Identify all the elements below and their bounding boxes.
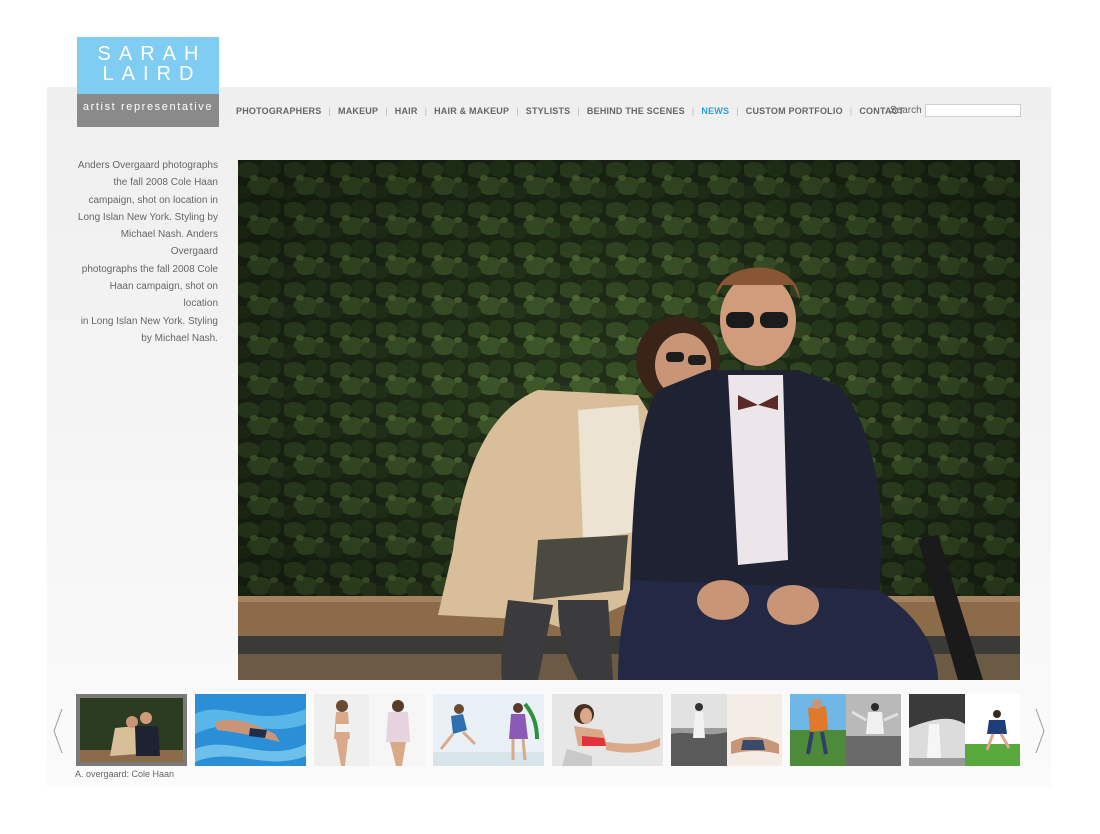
- caption-line: Long Islan New York. Styling by: [77, 211, 218, 223]
- feature-caption: Anders Overgaard photographs the fall 20…: [76, 157, 218, 347]
- thumbnail[interactable]: [671, 694, 782, 766]
- thumbnail-image: [790, 694, 901, 766]
- thumbnail-image: [552, 694, 663, 766]
- thumbnail[interactable]: [433, 694, 544, 766]
- thumbnail-image: [433, 694, 544, 766]
- nav-item-makeup[interactable]: MAKEUP: [338, 106, 378, 116]
- nav-item-hair[interactable]: HAIR: [395, 106, 418, 116]
- thumbnail[interactable]: [909, 694, 1020, 766]
- nav-item-hair-makeup[interactable]: HAIR & MAKEUP: [434, 106, 509, 116]
- thumbnail-image: [195, 694, 306, 766]
- nav-separator: |: [385, 106, 388, 116]
- thumbnail-caption: A. overgaard: Cole Haan: [75, 769, 175, 779]
- nav-item-photographers[interactable]: PHOTOGRAPHERS: [236, 106, 321, 116]
- caption-line: photographs the fall 2008 Cole: [81, 263, 218, 275]
- thumbnail[interactable]: [195, 694, 306, 766]
- nav-separator: |: [424, 106, 428, 116]
- caption-line: in Long Islan New York. Styling: [80, 315, 218, 327]
- thumbnail-image: [909, 694, 1020, 766]
- logo-wordmark: SARAH LAIRD: [77, 37, 219, 94]
- nav-separator: |: [691, 106, 695, 116]
- logo[interactable]: SARAH LAIRD artist representative: [77, 37, 219, 127]
- nav-separator: |: [328, 106, 331, 116]
- caption-line: Haan campaign, shot on location: [109, 281, 218, 310]
- thumbnail-image: [671, 694, 782, 766]
- nav-item-behind-the-scenes[interactable]: BEHIND THE SCENES: [587, 106, 685, 116]
- thumbnail[interactable]: [790, 694, 901, 766]
- nav-item-stylists[interactable]: STYLISTS: [526, 106, 571, 116]
- featured-photo-illustration: [238, 160, 1020, 680]
- caption-line: the fall 2008 Cole Haan: [113, 177, 218, 189]
- logo-line-2: LAIRD: [102, 63, 202, 85]
- nav-separator: |: [516, 106, 519, 116]
- main-nav: PHOTOGRAPHERS | MAKEUP | HAIR | HAIR & M…: [236, 104, 904, 118]
- caption-line: by Michael Nash.: [141, 332, 218, 344]
- logo-tagline: artist representative: [77, 94, 219, 127]
- caption-line: Anders Overgaard photographs: [77, 160, 218, 171]
- thumbnail-image: [314, 694, 425, 766]
- thumbnail-image: [80, 698, 183, 762]
- caption-line: campaign, shot on location in: [88, 194, 218, 206]
- nav-separator: |: [577, 106, 580, 116]
- search-label: Search: [890, 105, 922, 116]
- caption-line: Michael Nash. Anders Overgaard: [120, 229, 218, 258]
- nav-separator: |: [849, 106, 853, 116]
- nav-item-news[interactable]: NEWS: [701, 106, 729, 116]
- thumbnail[interactable]: [552, 694, 663, 766]
- nav-separator: |: [736, 106, 739, 116]
- logo-line-1: SARAH: [97, 43, 207, 65]
- thumbnail[interactable]: [76, 694, 187, 766]
- chevron-left-icon[interactable]: [52, 707, 64, 755]
- thumbnail[interactable]: [314, 694, 425, 766]
- search-input[interactable]: [925, 104, 1021, 117]
- chevron-right-icon[interactable]: [1034, 707, 1046, 755]
- featured-photo[interactable]: [238, 160, 1020, 680]
- nav-item-custom-portfolio[interactable]: CUSTOM PORTFOLIO: [746, 106, 843, 116]
